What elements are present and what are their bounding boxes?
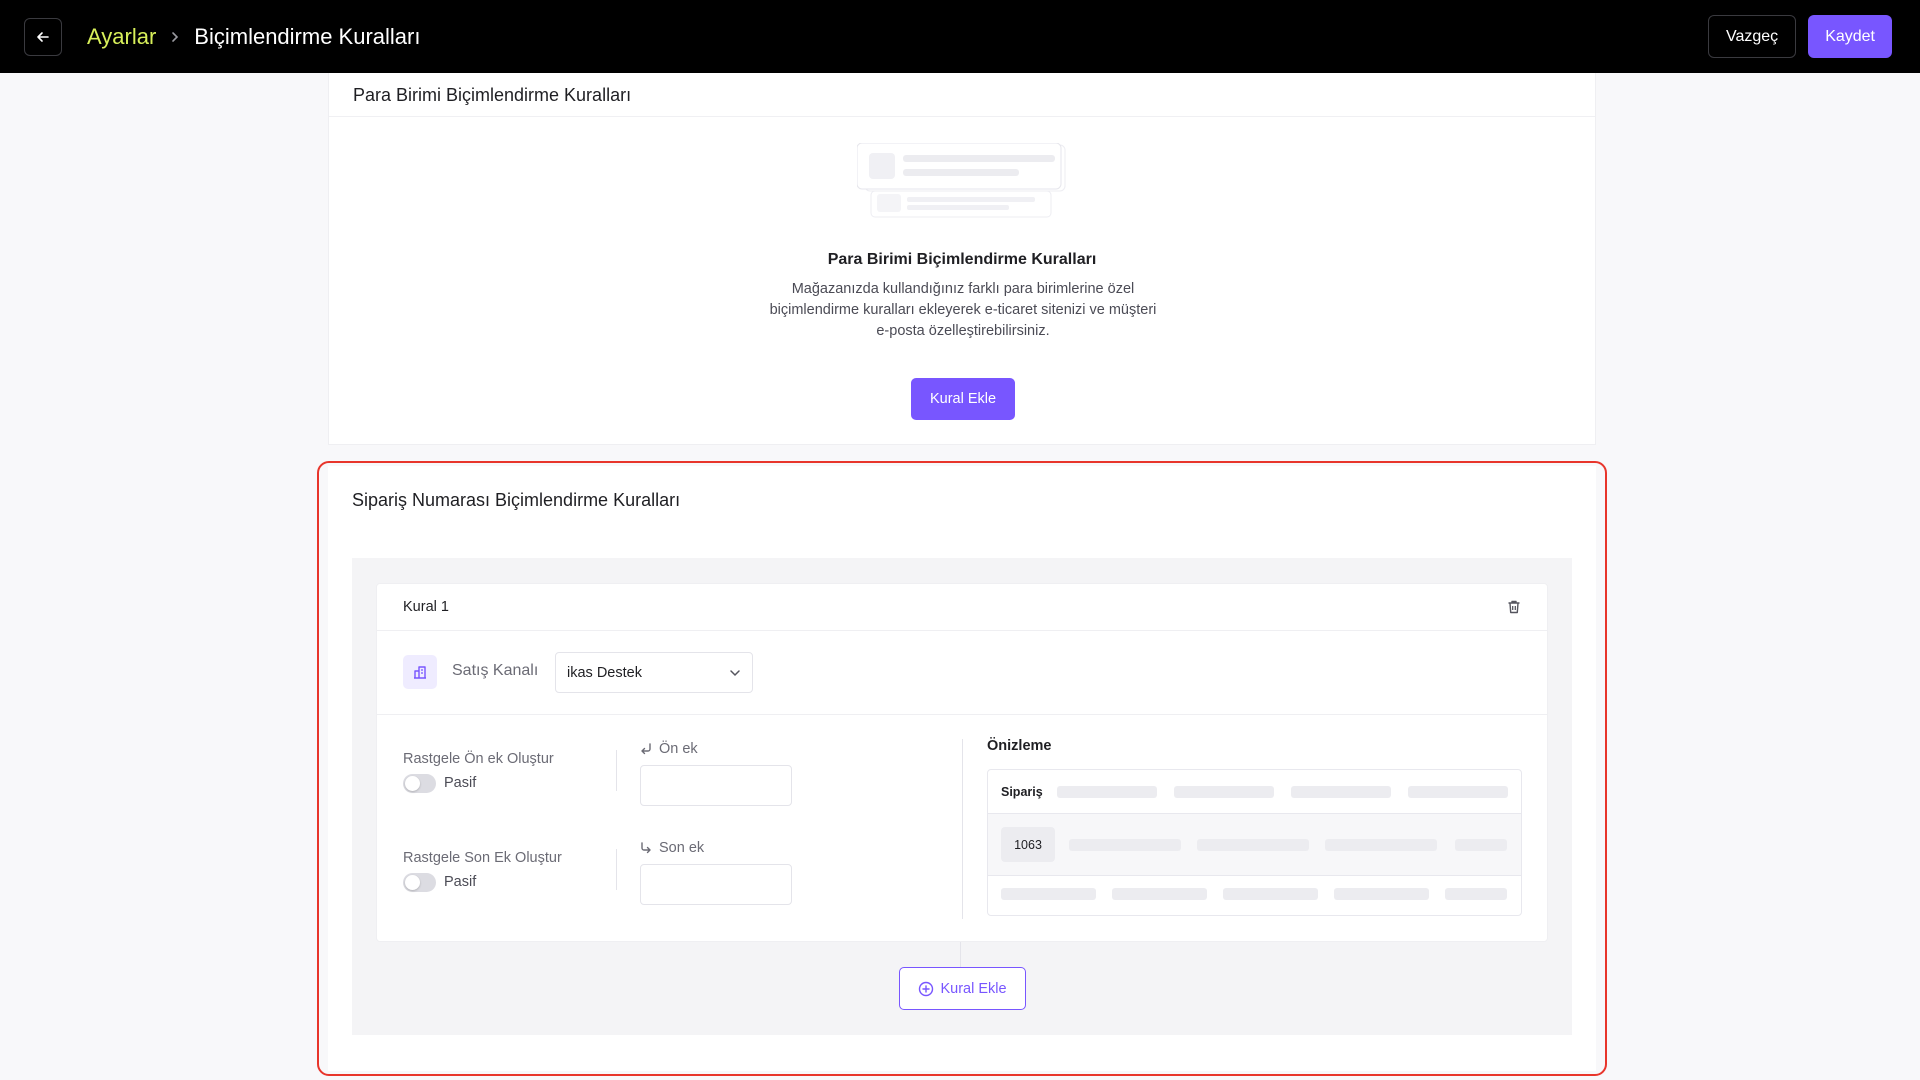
empty-state-title: Para Birimi Biçimlendirme Kuralları: [827, 251, 1097, 268]
divider: [329, 116, 1595, 117]
arrow-left-icon: [37, 31, 49, 42]
save-button[interactable]: Kaydet: [1808, 15, 1892, 58]
chevron-right-icon: [170, 31, 180, 43]
breadcrumb-settings-link[interactable]: Ayarlar: [87, 24, 156, 50]
empty-state-description: Mağazanızda kullandığınız farklı para bi…: [769, 281, 1157, 339]
top-bar: Ayarlar Biçimlendirme Kuralları Vazgeç K…: [0, 0, 1920, 73]
back-button[interactable]: [24, 17, 62, 56]
currency-rules-title: Para Birimi Biçimlendirme Kuralları: [353, 84, 632, 105]
currency-rules-card: Para Birimi Biçimlendirme Kuralları Para…: [328, 73, 1596, 445]
cancel-button[interactable]: Vazgeç: [1708, 15, 1797, 58]
highlight-box: [317, 461, 1607, 1076]
page-title: Biçimlendirme Kuralları: [194, 23, 421, 49]
empty-state-illustration: [857, 143, 1066, 218]
add-currency-rule-button[interactable]: Kural Ekle: [911, 378, 1015, 420]
